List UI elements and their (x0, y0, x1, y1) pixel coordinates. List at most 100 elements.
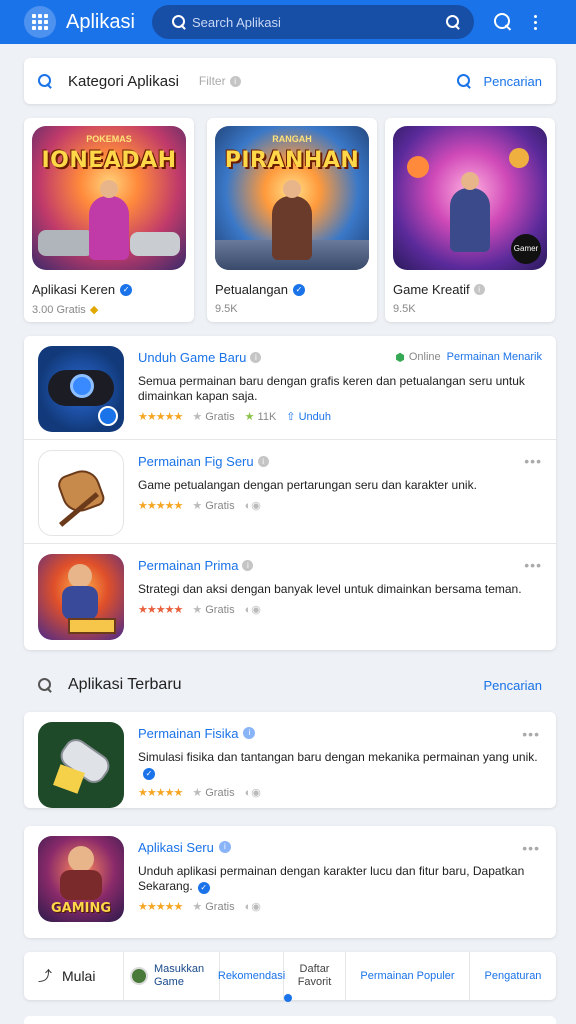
category-link[interactable]: Permainan Menarik (447, 351, 542, 363)
app-subinfo: 3.00 Gratis ◆ (32, 303, 99, 317)
nav-profile[interactable]: Masukkan Game (124, 952, 220, 1000)
game-character-icon (38, 554, 124, 640)
app-description: Unduh aplikasi permainan dengan karakter… (138, 864, 525, 894)
verified-icon: ✓ (293, 283, 306, 296)
search-icon (38, 74, 52, 88)
star-icon: ★ (192, 901, 203, 913)
artwork-title: PIRANHAN (224, 148, 360, 173)
rating-stars: ★★★★★ (138, 604, 183, 616)
game-character-icon: GAMING (38, 836, 124, 922)
nav-recommendations[interactable]: Rekomendasi (218, 952, 285, 1000)
info-icon: i (242, 559, 254, 571)
artwork-subtitle: RANGAH (272, 134, 312, 144)
app-meta: ★★★★★ ★ Gratis ★ 11K ⇧ Unduh (138, 410, 331, 423)
nav-settings[interactable]: Pengaturan (470, 952, 556, 1000)
verified-icon: ✓ (197, 882, 210, 894)
app-description: Simulasi fisika dan tantangan baru denga… (138, 750, 538, 780)
info-icon: i (250, 351, 262, 363)
search-icon (38, 678, 52, 692)
top-search-bar[interactable]: Search Aplikasi (152, 5, 474, 39)
more-horiz-icon[interactable]: ••• (522, 726, 540, 742)
list-item[interactable]: GAMING Aplikasi Seru i Unduh aplikasi per… (24, 826, 556, 938)
toggle-icon: ◐◉ (244, 787, 261, 799)
badge-icon: ◆ (89, 304, 99, 316)
verified-icon: i (218, 841, 231, 853)
app-title[interactable]: Unduh Game Baru (138, 350, 246, 365)
shield-icon: ⬢ (395, 351, 405, 364)
search-submit-icon[interactable] (446, 15, 460, 29)
app-title[interactable]: Aplikasi Seru (138, 840, 214, 855)
app-subinfo: 9.5K (393, 303, 416, 315)
list-item[interactable]: Permainan Fisika i Simulasi fisika dan ta… (24, 712, 556, 808)
featured-app-card[interactable]: POKEMAS IONEADAH Aplikasi Keren ✓ 3.00 Gr… (24, 118, 194, 322)
featured-app-card[interactable]: RANGAH PIRANHAN Petualangan ✓ 9.5K (207, 118, 377, 322)
app-description: Strategi dan aksi dengan banyak level un… (138, 582, 522, 596)
category-search-card[interactable]: Kategori Aplikasi Filter i Pencarian (24, 58, 556, 104)
search-action-link[interactable]: Pencarian (483, 74, 542, 89)
verified-icon: ✓ (120, 283, 133, 296)
avatar (130, 967, 148, 985)
star-icon: ★ (192, 787, 203, 799)
search-icon (172, 15, 186, 29)
nav-popular[interactable]: Permainan Populer (346, 952, 470, 1000)
more-horiz-icon[interactable]: ••• (524, 453, 542, 469)
app-bar: Aplikasi Search Aplikasi (0, 0, 576, 44)
page-indicator (284, 994, 292, 1002)
info-icon: i (473, 284, 485, 295)
search-icon[interactable] (492, 11, 514, 33)
app-meta: ★★★★★ ★ Gratis ◐◉ (138, 787, 261, 799)
featured-app-card[interactable]: Gamer Game Kreatif i 9.5K (385, 118, 555, 322)
bottom-nav: ⤴ Mulai Masukkan Game Rekomendasi Daftar… (24, 952, 556, 1000)
star-icon: ★ (192, 500, 203, 512)
app-artwork: Gamer (393, 126, 547, 270)
more-horiz-icon[interactable]: ••• (522, 840, 540, 856)
app-artwork: RANGAH PIRANHAN (215, 126, 369, 270)
section-action-link[interactable]: Pencarian (483, 678, 542, 693)
toggle-icon: ◐◉ (244, 604, 261, 616)
filter-hint[interactable]: Filter i (199, 74, 241, 88)
app-title: Aplikasi (66, 10, 135, 33)
app-title[interactable]: Permainan Prima (138, 558, 238, 573)
app-name: Petualangan ✓ (215, 282, 369, 297)
verified-icon: ✓ (143, 768, 155, 780)
gamepad-icon (38, 346, 124, 432)
app-list: Unduh Game Baru i ⬢ Online Permainan Mena… (24, 336, 556, 650)
info-icon: i (257, 455, 269, 467)
list-item[interactable]: Unduh Game Baru i ⬢ Online Permainan Mena… (24, 336, 556, 440)
app-meta: ★★★★★ ★ Gratis ◐◉ (138, 901, 261, 913)
artwork-title: IONEADAH (41, 148, 177, 173)
list-item[interactable]: Permainan Prima i ••• Strategi dan aksi d… (24, 544, 556, 648)
publisher-logo: Gamer (511, 234, 541, 264)
app-description: Game petualangan dengan pertarungan seru… (138, 478, 477, 492)
app-title[interactable]: Permainan Fisika (138, 726, 238, 741)
verified-icon: i (243, 727, 256, 739)
artwork-title: GAMING (50, 901, 112, 916)
next-card-peek (24, 1016, 556, 1024)
info-icon: i (229, 76, 241, 88)
app-name: Aplikasi Keren ✓ (32, 282, 186, 297)
star-icon: ★ (192, 604, 203, 616)
section-title: Aplikasi Terbaru (68, 676, 182, 693)
list-item[interactable]: Permainan Fig Seru i ••• Game petualangan… (24, 440, 556, 544)
more-vert-icon[interactable] (534, 14, 537, 30)
gadget-icon (38, 722, 124, 808)
toggle-icon: ◐◉ (244, 500, 261, 512)
search-icon (457, 74, 471, 88)
app-subinfo: 9.5K (215, 303, 238, 315)
more-horiz-icon[interactable]: ••• (524, 557, 542, 573)
rating-stars: ★★★★★ (138, 901, 183, 913)
grid-icon[interactable] (24, 6, 56, 38)
status-badge: ⬢ Online Permainan Menarik (395, 351, 542, 364)
section-header: Aplikasi Terbaru Pencarian (24, 668, 556, 702)
download-link[interactable]: ⇧ Unduh (286, 410, 331, 423)
nav-favorites[interactable]: Daftar Favorit (284, 952, 346, 1000)
app-artwork: POKEMAS IONEADAH (32, 126, 186, 270)
toggle-icon: ◐◉ (244, 901, 261, 913)
rating-stars: ★★★★★ (138, 787, 183, 799)
nav-home[interactable]: ⤴ Mulai (24, 952, 124, 1000)
app-title[interactable]: Permainan Fig Seru (138, 454, 254, 469)
category-label: Kategori Aplikasi (68, 72, 179, 90)
app-name: Game Kreatif i (393, 282, 547, 297)
app-description: Semua permainan baru dengan grafis keren… (138, 374, 525, 403)
app-meta: ★★★★★ ★ Gratis ◐◉ (138, 500, 261, 512)
